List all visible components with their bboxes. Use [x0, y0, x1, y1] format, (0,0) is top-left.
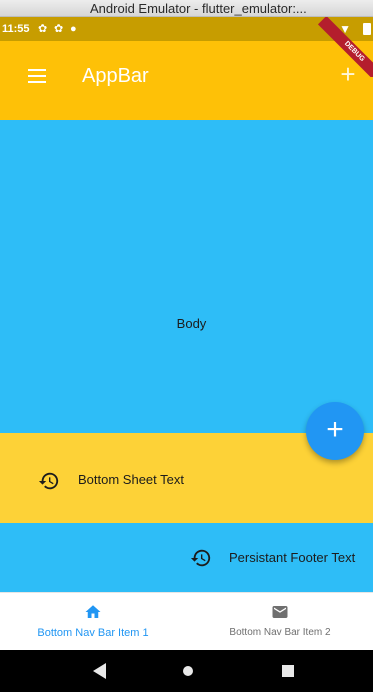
- menu-icon[interactable]: [28, 69, 46, 85]
- status-bar: 11:55 ✿ ✿ ● ▼: [0, 17, 373, 41]
- add-icon[interactable]: +: [335, 61, 361, 87]
- floating-action-button[interactable]: +: [306, 402, 364, 460]
- persistent-footer: Persistant Footer Text: [0, 523, 373, 592]
- home-button-icon[interactable]: [168, 650, 208, 692]
- bottom-navigation-bar: Bottom Nav Bar Item 1 Bottom Nav Bar Ite…: [0, 592, 373, 650]
- bottom-nav-item-2[interactable]: Bottom Nav Bar Item 2: [187, 593, 373, 651]
- app-bar-title: AppBar: [82, 65, 149, 87]
- bottom-nav-item-2-label: Bottom Nav Bar Item 2: [229, 627, 331, 638]
- back-icon[interactable]: [80, 650, 120, 692]
- wifi-icon: ▼: [339, 22, 351, 36]
- settings-notification-icon: ✿: [54, 23, 64, 35]
- status-time: 11:55: [2, 23, 30, 35]
- persistent-footer-text: Persistant Footer Text: [229, 550, 356, 565]
- bottom-nav-item-1-label: Bottom Nav Bar Item 1: [37, 627, 149, 639]
- bottom-nav-item-1[interactable]: Bottom Nav Bar Item 1: [0, 593, 186, 651]
- mail-icon: [272, 606, 288, 618]
- history-icon: [38, 472, 59, 490]
- bottom-sheet-text: Bottom Sheet Text: [78, 472, 184, 487]
- emulator-window-title: Android Emulator - flutter_emulator:...: [0, 0, 373, 17]
- history-icon: [190, 549, 211, 567]
- settings-notification-icon: ✿: [38, 23, 48, 35]
- app-bar: AppBar +: [0, 41, 373, 120]
- body-text: Body: [176, 316, 207, 331]
- recents-icon[interactable]: [268, 650, 308, 692]
- battery-icon: [363, 23, 371, 35]
- circle-notification-icon: ●: [70, 23, 77, 35]
- scaffold-body: Body: [0, 120, 373, 433]
- home-icon: [85, 605, 101, 618]
- android-navigation-bar: [0, 650, 373, 692]
- add-icon: +: [326, 413, 344, 446]
